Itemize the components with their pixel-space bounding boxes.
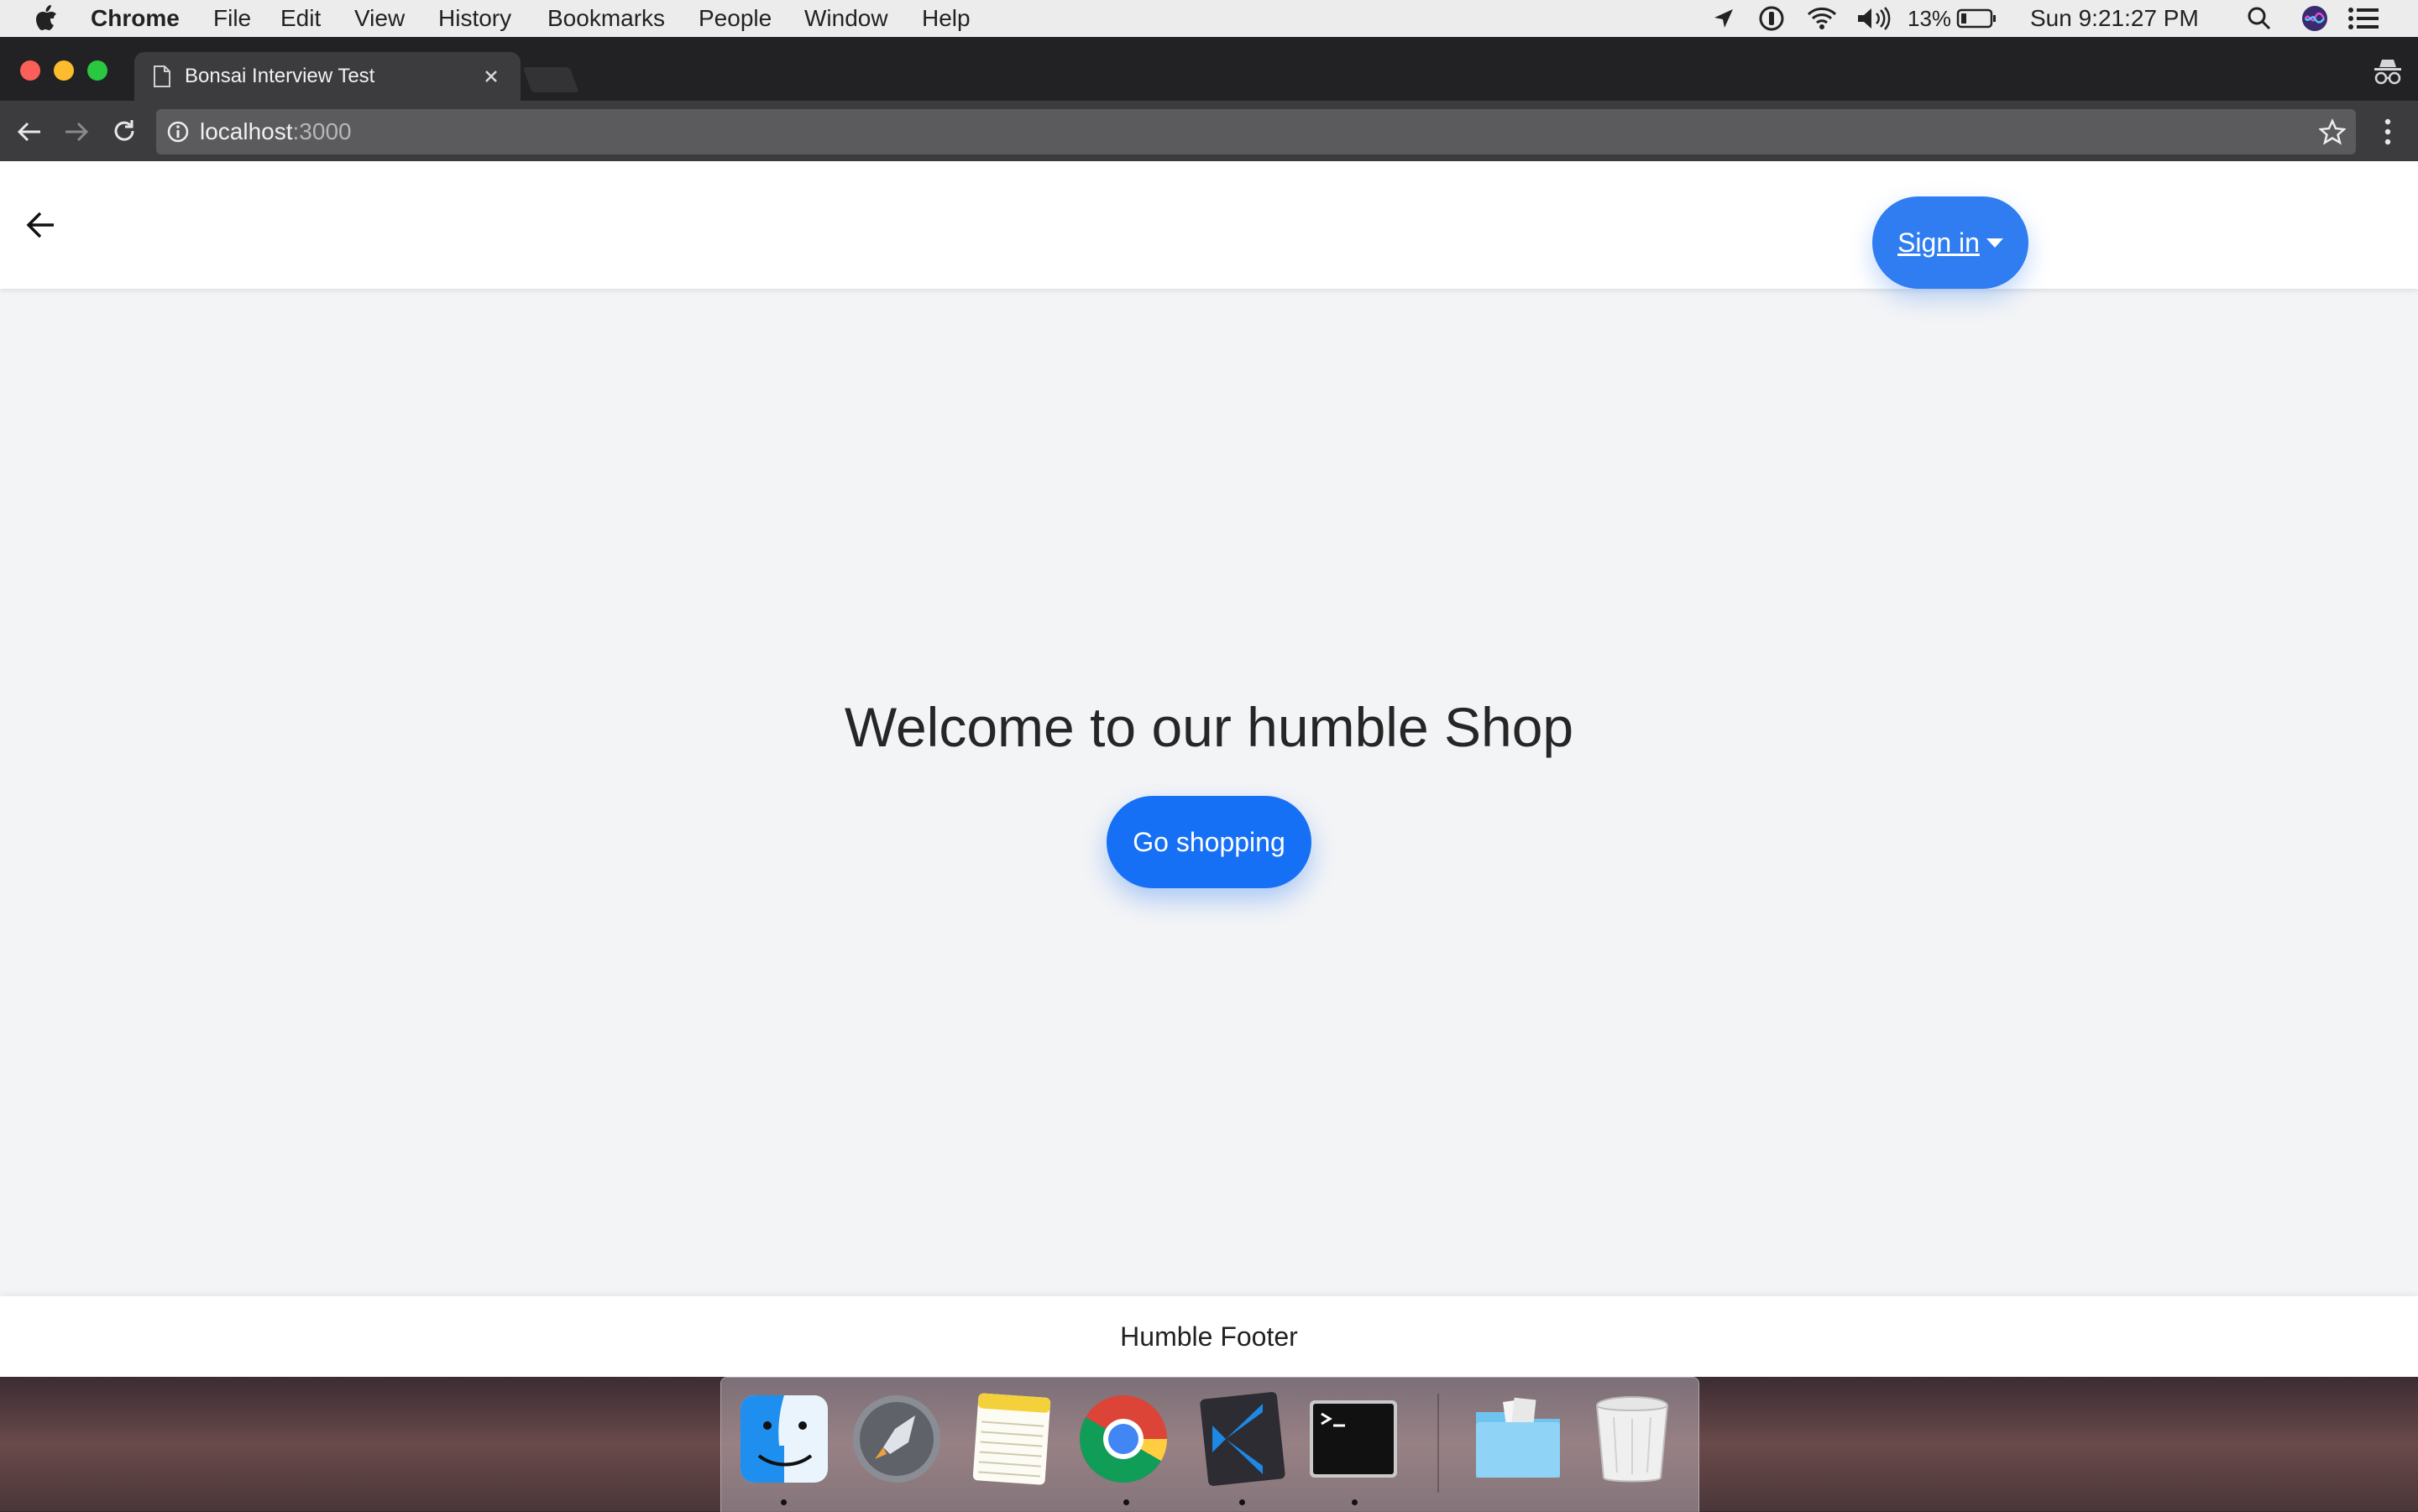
go-shopping-button[interactable]: Go shopping	[1107, 796, 1311, 888]
window-close-button[interactable]	[20, 60, 40, 81]
vscode-icon[interactable]	[1196, 1392, 1290, 1486]
browser-tab-active[interactable]: Bonsai Interview Test	[134, 52, 521, 101]
back-arrow-icon[interactable]	[24, 210, 57, 240]
page-document-icon	[154, 65, 170, 87]
tab-close-icon[interactable]	[484, 69, 499, 84]
siri-icon[interactable]	[2300, 4, 2329, 33]
dock-running-indicator	[781, 1499, 787, 1505]
dock-running-indicator	[1239, 1499, 1245, 1505]
chevron-down-icon	[1986, 238, 2003, 248]
chrome-icon[interactable]	[1076, 1392, 1170, 1486]
notes-icon[interactable]	[964, 1392, 1058, 1486]
dock-separator	[1437, 1394, 1439, 1493]
page-footer: Humble Footer	[0, 1296, 2418, 1377]
battery-percent: 13%	[1908, 6, 1952, 31]
page-viewport: Sign in Welcome to our humble Shop Go sh…	[0, 161, 2418, 1377]
macos-menubar: Chrome File Edit View History Bookmarks …	[0, 0, 2418, 38]
menu-file[interactable]: File	[213, 5, 251, 32]
launchpad-icon[interactable]	[850, 1392, 944, 1486]
dock-running-indicator	[1352, 1499, 1358, 1505]
password-manager-icon[interactable]	[1758, 5, 1785, 32]
address-bar[interactable]: localhost:3000	[156, 109, 2356, 154]
menu-people[interactable]: People	[699, 5, 772, 32]
volume-icon[interactable]	[1855, 6, 1892, 31]
site-info-icon[interactable]	[166, 120, 190, 144]
menu-bookmarks[interactable]: Bookmarks	[547, 5, 665, 32]
reload-icon[interactable]	[111, 118, 138, 144]
menu-view[interactable]: View	[354, 5, 405, 32]
chrome-menu-icon[interactable]	[2383, 118, 2393, 146]
menubar-clock[interactable]: Sun 9:21:27 PM	[2030, 5, 2199, 32]
window-minimize-button[interactable]	[54, 60, 74, 81]
back-nav-icon[interactable]	[15, 119, 44, 144]
menu-window[interactable]: Window	[804, 5, 888, 32]
dock-running-indicator	[1123, 1499, 1129, 1505]
location-arrow-icon[interactable]	[1713, 8, 1735, 29]
menu-history[interactable]: History	[438, 5, 511, 32]
new-tab-button[interactable]	[522, 67, 579, 92]
url-host: localhost	[200, 118, 293, 144]
spotlight-search-icon[interactable]	[2247, 6, 2272, 31]
url-port: :3000	[292, 118, 352, 144]
downloads-folder-icon[interactable]	[1471, 1392, 1565, 1486]
app-header: Sign in	[0, 161, 2418, 289]
apple-logo-icon[interactable]	[34, 3, 59, 32]
forward-nav-icon[interactable]	[62, 119, 91, 144]
menu-app-name[interactable]: Chrome	[91, 5, 180, 32]
finder-icon[interactable]	[737, 1392, 831, 1486]
sign-in-button[interactable]: Sign in	[1872, 196, 2028, 289]
terminal-icon[interactable]	[1306, 1392, 1400, 1486]
menu-edit[interactable]: Edit	[280, 5, 321, 32]
url-text: localhost:3000	[200, 119, 352, 144]
window-zoom-button[interactable]	[87, 60, 107, 81]
menu-help[interactable]: Help	[922, 5, 971, 32]
sign-in-label: Sign in	[1897, 227, 1980, 258]
notification-center-icon[interactable]	[2347, 6, 2379, 31]
trash-icon[interactable]	[1585, 1392, 1679, 1486]
battery-icon[interactable]	[1956, 8, 1997, 29]
wifi-icon[interactable]	[1805, 6, 1839, 31]
bookmark-star-icon[interactable]	[2319, 118, 2346, 145]
page-title: Welcome to our humble Shop	[844, 696, 1574, 758]
incognito-icon	[2374, 60, 2401, 85]
tab-title: Bonsai Interview Test	[185, 65, 375, 87]
